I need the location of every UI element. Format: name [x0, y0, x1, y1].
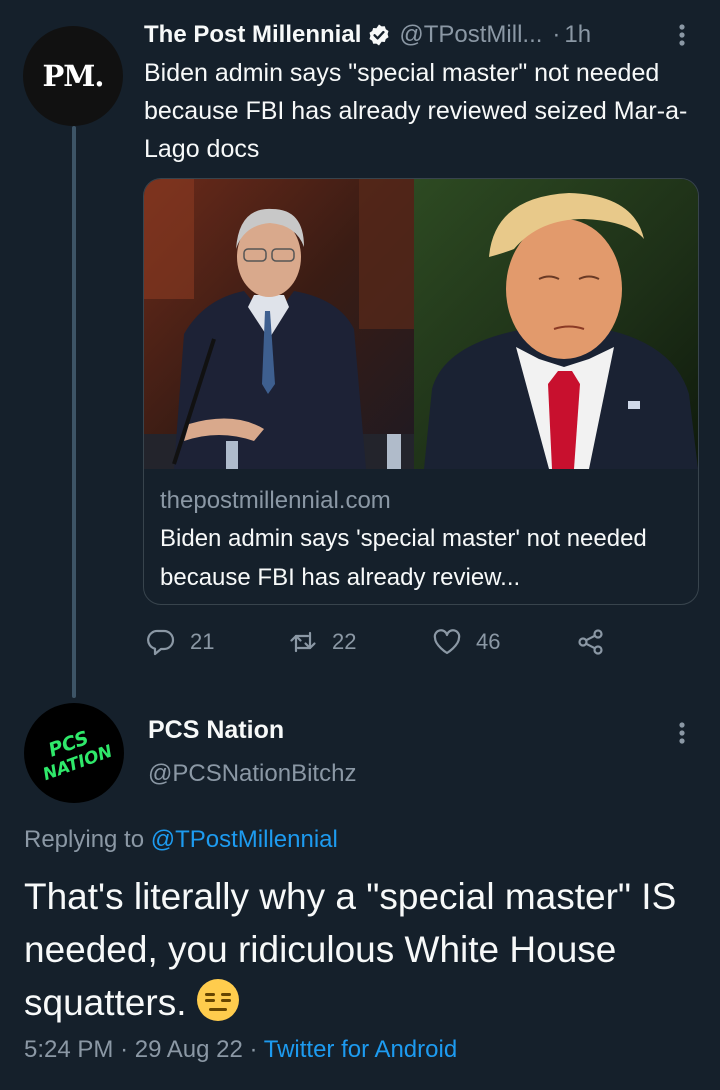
retweet-button[interactable]: 22 — [288, 624, 356, 660]
retweet-icon — [290, 631, 316, 653]
tweet-source-link[interactable]: Twitter for Android — [264, 1036, 457, 1063]
author-name[interactable]: PCS Nation — [148, 716, 284, 745]
expressionless-face-icon — [197, 979, 240, 1021]
tweet-meta: 5:24 PM · 29 Aug 22 · Twitter for Androi… — [24, 1036, 457, 1064]
more-options-icon[interactable] — [672, 20, 692, 50]
card-domain: thepostmillennial.com — [160, 487, 391, 514]
link-card[interactable]: thepostmillennial.com Biden admin says '… — [143, 178, 699, 605]
verified-badge-icon — [369, 24, 389, 46]
reply-count: 21 — [190, 629, 215, 654]
author-name[interactable]: The Post Millennial — [144, 21, 361, 49]
separator: · — [120, 1036, 129, 1063]
card-title: Biden admin says 'special master' not ne… — [160, 525, 647, 591]
tweet-text: Biden admin says "special master" not ne… — [144, 59, 688, 163]
pcs-nation-logo: PCS NATION — [40, 727, 115, 785]
author-handle[interactable]: @TPostMill... — [399, 21, 542, 49]
author-handle[interactable]: @PCSNationBitchz — [148, 760, 356, 788]
retweet-count: 22 — [332, 629, 357, 654]
reply-button[interactable]: 21 — [146, 624, 214, 660]
replying-mention-link[interactable]: @TPostMillennial — [151, 826, 338, 853]
reply-text-content: That's literally why a "special master" … — [24, 876, 677, 1023]
like-count: 46 — [476, 629, 501, 654]
like-button[interactable]: 46 — [432, 624, 500, 660]
share-icon — [578, 629, 603, 655]
replying-label: Replying to — [24, 826, 145, 853]
tweet-date[interactable]: 29 Aug 22 — [135, 1036, 243, 1063]
more-options-icon[interactable] — [672, 718, 692, 748]
tweet-header: The Post Millennial @TPostMill... · 1h — [144, 18, 591, 52]
reply-icon — [147, 629, 175, 656]
share-button[interactable] — [576, 624, 620, 660]
card-image — [144, 179, 698, 469]
avatar[interactable]: PCS NATION — [24, 703, 124, 803]
avatar-logo-text: PM. — [42, 59, 104, 93]
avatar[interactable]: PM. — [23, 26, 123, 126]
thread-line — [72, 126, 76, 698]
heart-icon — [433, 629, 461, 655]
timestamp[interactable]: 1h — [564, 21, 591, 49]
separator: · — [552, 21, 561, 48]
separator: · — [249, 1036, 258, 1063]
reply-tweet-text: That's literally why a "special master" … — [24, 870, 704, 1029]
replying-to: Replying to @TPostMillennial — [24, 826, 338, 854]
tweet-time[interactable]: 5:24 PM — [24, 1036, 113, 1063]
